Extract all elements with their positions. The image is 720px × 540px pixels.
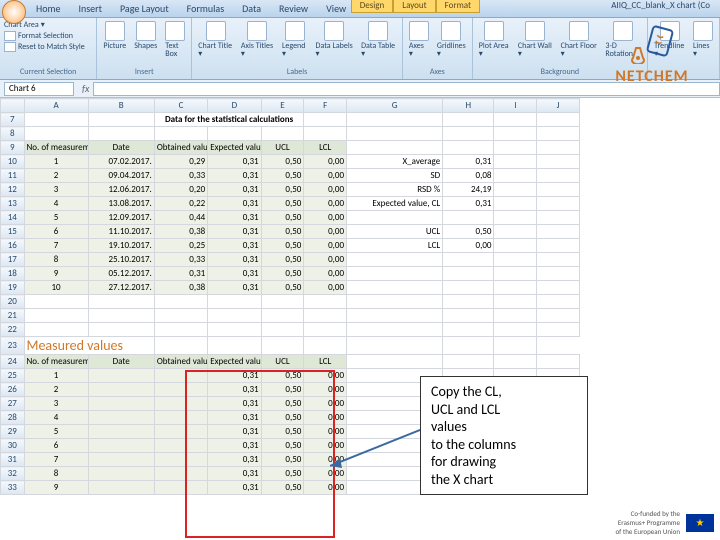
context-tab-layout[interactable]: Layout (393, 0, 435, 13)
eu-flag-icon: ★ (686, 514, 714, 532)
chart-floor-icon (569, 21, 589, 41)
chart-title-icon (206, 21, 226, 41)
axis-titles-icon (247, 21, 267, 41)
axis-titles-btn[interactable]: Axis Titles ▾ (239, 20, 276, 59)
gridlines-btn[interactable]: Gridlines ▾ (435, 20, 468, 59)
group-label: Labels (196, 67, 398, 77)
format-selection-btn[interactable]: Format Selection (4, 31, 92, 41)
gridlines-icon (441, 21, 461, 41)
chart-title-btn[interactable]: Chart Title ▾ (196, 20, 235, 59)
tab-page-layout[interactable]: Page Layout (112, 0, 177, 17)
data-table-icon (368, 21, 388, 41)
logo-icon (628, 24, 676, 64)
insert-shapes-btn[interactable]: Shapes (132, 20, 159, 59)
group-label: Insert (101, 67, 187, 77)
tab-view[interactable]: View (318, 0, 354, 17)
chart-wall-icon (525, 21, 545, 41)
legend-icon (285, 21, 305, 41)
worksheet[interactable]: ABCDEFGHIJ 7Data for the statistical cal… (0, 98, 720, 495)
netchem-logo: NETCHEM (592, 24, 712, 86)
eu-footer: Co-funded by the Erasmus+ Programme of t… (615, 509, 714, 536)
context-tab-format[interactable]: Format (436, 0, 480, 13)
data-labels-icon (324, 21, 344, 41)
plot-area-icon (484, 21, 504, 41)
axes-icon (409, 21, 429, 41)
titlebar-doc: AIIQ_CC_blank_X chart (Co (611, 0, 710, 11)
fx-icon[interactable]: fx (82, 82, 89, 95)
context-tab-group: Design Layout Format (351, 0, 480, 13)
data-table-btn[interactable]: Data Table ▾ (359, 20, 398, 59)
reset-style-btn[interactable]: Reset to Match Style (4, 42, 92, 52)
tab-insert[interactable]: Insert (70, 0, 110, 17)
axes-btn[interactable]: Axes ▾ (407, 20, 431, 59)
context-tab-design[interactable]: Design (351, 0, 394, 13)
arrow-icon (330, 428, 430, 468)
logo-text: NETCHEM (592, 67, 712, 86)
tab-review[interactable]: Review (271, 0, 316, 17)
group-label: Current Selection (4, 67, 92, 77)
picture-icon (105, 21, 125, 41)
shapes-icon (136, 21, 156, 41)
tab-home[interactable]: Home (28, 0, 68, 17)
insert-textbox-btn[interactable]: Text Box (163, 20, 187, 59)
data-labels-btn[interactable]: Data Labels ▾ (314, 20, 356, 59)
tab-formulas[interactable]: Formulas (179, 0, 232, 17)
plot-area-btn[interactable]: Plot Area ▾ (477, 20, 512, 59)
textbox-icon (165, 21, 185, 41)
chart-wall-btn[interactable]: Chart Wall ▾ (516, 20, 555, 59)
legend-btn[interactable]: Legend ▾ (280, 20, 310, 59)
instruction-callout: Copy the CL, UCL and LCL values to the c… (420, 376, 588, 495)
office-button[interactable] (2, 0, 26, 24)
insert-picture-btn[interactable]: Picture (101, 20, 128, 59)
group-label: Axes (407, 67, 468, 77)
tab-data[interactable]: Data (234, 0, 269, 17)
name-box[interactable]: Chart 6 (4, 82, 74, 96)
